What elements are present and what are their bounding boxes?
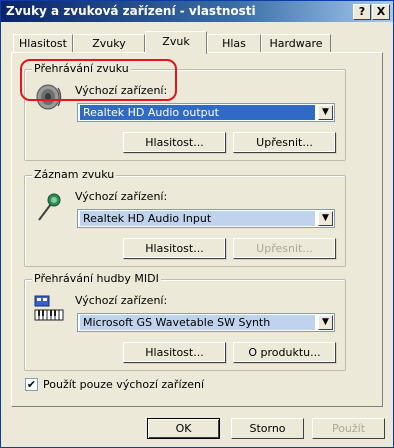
cancel-button[interactable]: Storno: [231, 418, 304, 439]
tab-audio[interactable]: Zvuk: [145, 31, 207, 54]
playback-volume-button[interactable]: Hlasitost...: [123, 132, 226, 153]
help-button[interactable]: ?: [353, 4, 371, 20]
midi-keyboard-icon: [34, 295, 64, 321]
title-bar[interactable]: Zvuky a zvuková zařízení - vlastnosti ? …: [1, 1, 393, 22]
recording-device-value: Realtek HD Audio Input: [80, 211, 315, 226]
close-button[interactable]: X: [372, 4, 390, 20]
playback-device-label: Výchozí zařízení:: [75, 84, 168, 97]
default-only-checkbox[interactable]: ✔: [25, 378, 38, 391]
midi-about-button[interactable]: O produktu...: [233, 342, 336, 363]
recording-group: Záznam zvuku Výchozí zařízení: Realtek H…: [24, 168, 346, 267]
tab-sounds[interactable]: Zvuky: [73, 34, 145, 53]
recording-device-select[interactable]: Realtek HD Audio Input ▼: [77, 209, 335, 228]
microphone-icon: [38, 193, 61, 221]
recording-group-title: Záznam zvuku: [32, 168, 117, 181]
properties-window: Zvuky a zvuková zařízení - vlastnosti ? …: [0, 0, 394, 448]
recording-volume-button[interactable]: Hlasitost...: [123, 238, 226, 259]
recording-device-label: Výchozí zařízení:: [75, 190, 168, 203]
playback-group: Přehrávání zvuku Výchozí zařízení: Realt…: [24, 62, 346, 161]
default-only-label[interactable]: Použít pouze výchozí zařízení: [43, 378, 204, 391]
playback-advanced-button[interactable]: Upřesnit...: [233, 132, 336, 153]
ok-button[interactable]: OK: [147, 418, 220, 439]
midi-device-label: Výchozí zařízení:: [75, 294, 168, 307]
window-title: Zvuky a zvuková zařízení - vlastnosti: [6, 4, 256, 18]
playback-group-title: Přehrávání zvuku: [32, 62, 131, 75]
midi-group-title: Přehrávání hudby MIDI: [32, 272, 161, 285]
chevron-down-icon[interactable]: ▼: [318, 315, 333, 330]
chevron-down-icon[interactable]: ▼: [318, 105, 333, 120]
tab-panel: Přehrávání zvuku Výchozí zařízení: Realt…: [11, 52, 383, 407]
tab-hardware[interactable]: Hardware: [261, 34, 331, 53]
chevron-down-icon[interactable]: ▼: [318, 211, 333, 226]
recording-advanced-button: Upřesnit...: [233, 238, 336, 259]
tab-voice[interactable]: Hlas: [207, 34, 261, 53]
playback-device-select[interactable]: Realtek HD Audio output ▼: [77, 103, 335, 122]
apply-button: Použít: [312, 418, 385, 439]
midi-volume-button[interactable]: Hlasitost...: [123, 342, 226, 363]
tab-volume[interactable]: Hlasitost: [13, 34, 73, 53]
midi-device-value: Microsoft GS Wavetable SW Synth: [80, 315, 315, 330]
midi-group: Přehrávání hudby MIDI Výchozí zařízení:: [24, 272, 346, 371]
speaker-icon: [36, 84, 62, 110]
midi-device-select[interactable]: Microsoft GS Wavetable SW Synth ▼: [77, 313, 335, 332]
playback-device-value: Realtek HD Audio output: [80, 105, 315, 120]
